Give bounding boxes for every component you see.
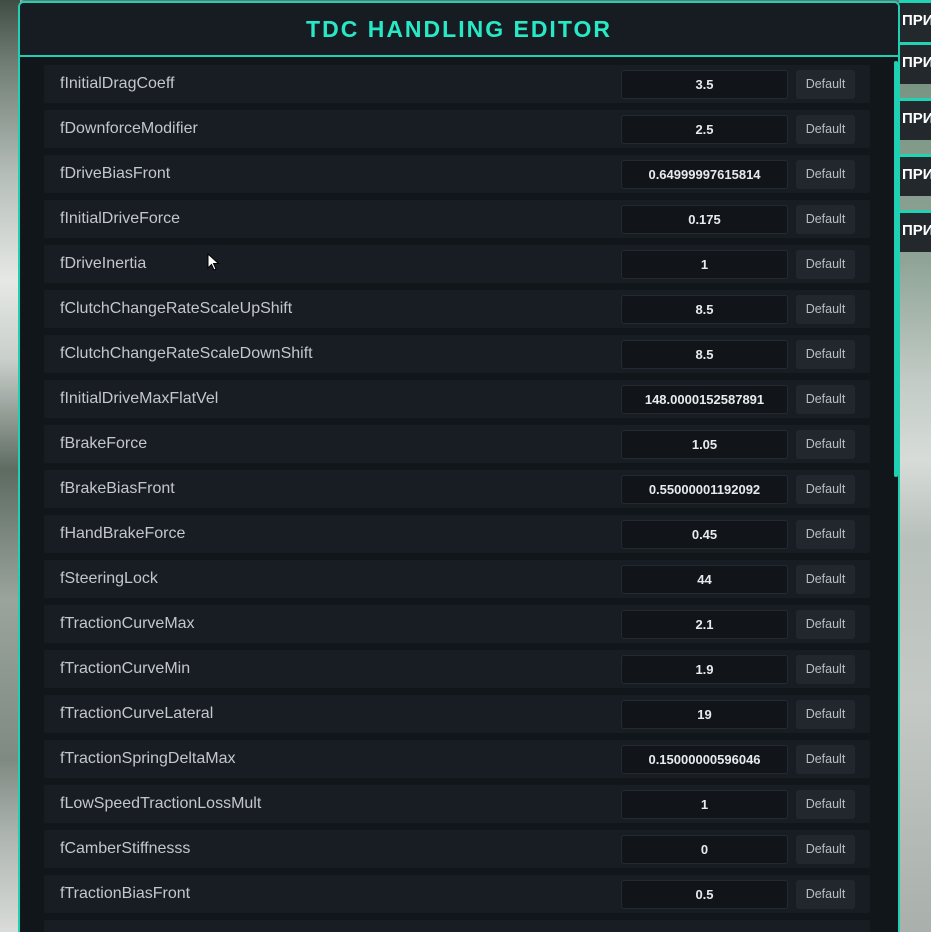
reset-default-button[interactable]: Default <box>796 160 855 189</box>
reset-default-button[interactable]: Default <box>796 610 855 639</box>
handling-row: fDriveInertia Default <box>44 245 870 283</box>
handling-value-input[interactable] <box>621 475 788 504</box>
handling-row: fInitialDragCoeff Default <box>44 65 870 103</box>
game-background-left <box>0 0 20 932</box>
handling-value-input[interactable] <box>621 160 788 189</box>
handling-value-input[interactable] <box>621 430 788 459</box>
handling-row: fTractionCurveMin Default <box>44 650 870 688</box>
handling-field-label: fTractionSpringDeltaMax <box>60 750 236 767</box>
handling-row: fClutchChangeRateScaleDownShift Default <box>44 335 870 373</box>
panel-header: TDC HANDLING EDITOR <box>20 3 898 57</box>
handling-field-label: fClutchChangeRateScaleDownShift <box>60 345 313 362</box>
handling-row: fBrakeBiasFront Default <box>44 470 870 508</box>
side-tab-2[interactable]: ПРИЛ <box>899 42 931 84</box>
reset-default-button[interactable]: Default <box>796 70 855 99</box>
handling-row: fTractionBiasFront Default <box>44 875 870 913</box>
handling-field-label: fTractionCurveLateral <box>60 705 214 722</box>
mouse-cursor-icon <box>207 253 220 271</box>
reset-default-button[interactable]: Default <box>796 430 855 459</box>
handling-field-label: fInitialDriveMaxFlatVel <box>60 390 219 407</box>
handling-value-input[interactable] <box>621 385 788 414</box>
reset-default-button[interactable]: Default <box>796 340 855 369</box>
handling-field-label: fSteeringLock <box>60 570 158 587</box>
reset-default-button[interactable]: Default <box>796 520 855 549</box>
handling-field-label: fInitialDragCoeff <box>60 75 175 92</box>
handling-field-label: fTractionCurveMax <box>60 615 195 632</box>
reset-default-button[interactable]: Default <box>796 880 855 909</box>
handling-value-input[interactable] <box>621 790 788 819</box>
handling-value-input[interactable] <box>621 295 788 324</box>
reset-default-button[interactable]: Default <box>796 565 855 594</box>
handling-field-label: fHandBrakeForce <box>60 525 186 542</box>
handling-value-input[interactable] <box>621 70 788 99</box>
handling-field-label: fDriveBiasFront <box>60 165 171 182</box>
handling-value-input[interactable] <box>621 115 788 144</box>
reset-default-button[interactable]: Default <box>796 205 855 234</box>
reset-default-button[interactable]: Default <box>796 700 855 729</box>
reset-default-button[interactable]: Default <box>796 295 855 324</box>
handling-value-input[interactable] <box>621 700 788 729</box>
handling-field-label: fTractionCurveMin <box>60 660 191 677</box>
reset-default-button[interactable]: Default <box>796 115 855 144</box>
handling-field-label: fClutchChangeRateScaleUpShift <box>60 300 293 317</box>
handling-row: fDownforceModifier Default <box>44 110 870 148</box>
handling-row: fDriveBiasFront Default <box>44 155 870 193</box>
handling-value-input[interactable] <box>621 340 788 369</box>
handling-field-label: fLowSpeedTractionLossMult <box>60 795 262 812</box>
side-tab-1[interactable]: ПРИЛ <box>899 0 931 42</box>
side-tab-3[interactable]: ПРИЛ <box>899 98 931 140</box>
handling-row: fCamberStiffnesss Default <box>44 830 870 868</box>
handling-row <box>44 920 870 932</box>
handling-value-input[interactable] <box>621 880 788 909</box>
handling-field-label: fBrakeForce <box>60 435 148 452</box>
reset-default-button[interactable]: Default <box>796 790 855 819</box>
side-tab-5[interactable]: ПРИЛ <box>899 210 931 252</box>
handling-field-label: fBrakeBiasFront <box>60 480 175 497</box>
handling-row: fTractionCurveMax Default <box>44 605 870 643</box>
handling-field-label: fDownforceModifier <box>60 120 198 137</box>
handling-value-input[interactable] <box>621 205 788 234</box>
handling-value-input[interactable] <box>621 745 788 774</box>
handling-value-input[interactable] <box>621 250 788 279</box>
scrollbar-thumb[interactable] <box>894 61 898 477</box>
handling-value-input[interactable] <box>621 520 788 549</box>
reset-default-button[interactable]: Default <box>796 385 855 414</box>
reset-default-button[interactable]: Default <box>796 745 855 774</box>
handling-row: fLowSpeedTractionLossMult Default <box>44 785 870 823</box>
handling-field-label: fDriveInertia <box>60 255 147 272</box>
handling-value-input[interactable] <box>621 565 788 594</box>
handling-row: fInitialDriveForce Default <box>44 200 870 238</box>
handling-row: fBrakeForce Default <box>44 425 870 463</box>
reset-default-button[interactable]: Default <box>796 655 855 684</box>
handling-row: fSteeringLock Default <box>44 560 870 598</box>
handling-list[interactable]: fInitialDragCoeffDefaultfDownforceModifi… <box>44 65 870 932</box>
reset-default-button[interactable]: Default <box>796 835 855 864</box>
handling-value-input[interactable] <box>621 835 788 864</box>
handling-value-input[interactable] <box>621 655 788 684</box>
handling-row: fTractionCurveLateral Default <box>44 695 870 733</box>
handling-row: fClutchChangeRateScaleUpShift Default <box>44 290 870 328</box>
handling-field-label: fCamberStiffnesss <box>60 840 191 857</box>
handling-field-label: fInitialDriveForce <box>60 210 181 227</box>
panel-title: TDC HANDLING EDITOR <box>306 15 612 42</box>
handling-editor-panel: TDC HANDLING EDITOR fInitialDragCoeff Def… <box>18 1 900 932</box>
handling-value-input[interactable] <box>621 610 788 639</box>
handling-row: fHandBrakeForce Default <box>44 515 870 553</box>
handling-row: fTractionSpringDeltaMax Default <box>44 740 870 778</box>
reset-default-button[interactable]: Default <box>796 475 855 504</box>
side-tab-4[interactable]: ПРИЛ <box>899 154 931 196</box>
reset-default-button[interactable]: Default <box>796 250 855 279</box>
handling-row: fInitialDriveMaxFlatVel Default <box>44 380 870 418</box>
handling-field-label: fTractionBiasFront <box>60 885 191 902</box>
